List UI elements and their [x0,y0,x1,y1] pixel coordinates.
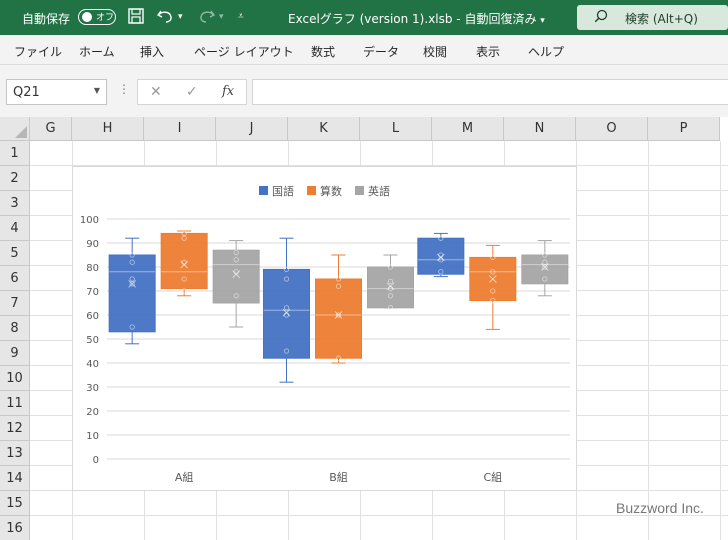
tab-data[interactable]: データ [363,43,399,60]
y-tick-label: 70 [86,287,99,298]
autosave-state: オフ [96,13,115,23]
row-header-4[interactable]: 4 [0,216,30,241]
title-dropdown-icon: ▾ [540,16,545,26]
row-header-9[interactable]: 9 [0,341,30,366]
gridline [720,141,721,540]
column-header-l[interactable]: L [360,117,432,141]
legend-swatch [259,186,268,195]
box [160,232,208,290]
row-header-7[interactable]: 7 [0,291,30,316]
legend-swatch [307,186,316,195]
column-header-j[interactable]: J [216,117,288,141]
document-title[interactable]: Excelグラフ (version 1).xlsb - 自動回復済み ▾ [288,10,545,27]
column-header-g[interactable]: G [30,117,72,141]
tab-formulas[interactable]: 数式 [311,43,335,60]
row-header-16[interactable]: 16 [0,516,30,540]
select-all-triangle-icon [15,126,27,138]
search-box[interactable]: 検索 (Alt+Q) [577,5,728,30]
row-header-14[interactable]: 14 [0,466,30,491]
y-tick-label: 50 [86,335,99,346]
row-header-13[interactable]: 13 [0,441,30,466]
cancel-icon[interactable]: ✕ [150,84,162,100]
row-header-15[interactable]: 15 [0,491,30,516]
row-header-6[interactable]: 6 [0,266,30,291]
x-category-label: B組 [329,471,348,484]
insert-function-icon[interactable]: fx [222,84,234,99]
legend-label: 国語 [272,184,294,198]
y-tick-label: 60 [86,311,99,322]
y-tick-label: 0 [93,455,99,466]
select-all-corner[interactable] [0,117,30,141]
chart-canvas: 0 10 20 30 40 50 60 70 80 90 100 国語 算数 英語 A組 B組 C組 [80,184,570,484]
box [417,237,465,275]
column-header-i[interactable]: I [144,117,216,141]
toggle-knob [82,12,92,22]
x-category-label: A組 [175,471,194,484]
tab-page-layout[interactable]: ページ レイアウト [194,43,294,60]
search-icon [594,9,608,27]
name-box[interactable]: Q21 ▼ [6,79,107,105]
title-bar: 自動保存 オフ ▾ ▾ ⩡ Excelグラフ (version 1).xlsb … [0,0,728,35]
legend-swatch [355,186,364,195]
gridline [648,141,649,540]
y-tick-label: 90 [86,239,99,250]
enter-icon[interactable]: ✓ [186,84,198,100]
y-tick-label: 100 [80,215,99,226]
redo-dropdown-icon[interactable]: ▾ [219,12,224,22]
autosave-label: 自動保存 [22,12,71,26]
box [263,268,310,359]
tab-review[interactable]: 校閲 [423,43,447,60]
legend-label: 英語 [368,184,390,198]
row-header-10[interactable]: 10 [0,366,30,391]
column-header-k[interactable]: K [288,117,360,141]
legend-label: 算数 [320,184,342,198]
row-header-5[interactable]: 5 [0,241,30,266]
name-box-dropdown-icon[interactable]: ▼ [94,86,100,95]
autosave-toggle[interactable]: オフ [78,9,116,25]
row-header-3[interactable]: 3 [0,191,30,216]
row-header-8[interactable]: 8 [0,316,30,341]
x-category-label: C組 [483,471,502,484]
y-tick-label: 10 [86,431,99,442]
formula-input[interactable] [252,79,728,105]
redo-icon[interactable] [196,7,216,29]
y-tick-label: 40 [86,359,99,370]
formula-bar-area: Q21 ▼ ⋮ ✕ ✓ fx [0,65,728,117]
tab-insert[interactable]: 挿入 [140,43,164,60]
column-header-n[interactable]: N [504,117,576,141]
row-header-11[interactable]: 11 [0,391,30,416]
tab-file[interactable]: ファイル [14,43,62,60]
row-header-1[interactable]: 1 [0,141,30,166]
column-header-o[interactable]: O [576,117,648,141]
undo-dropdown-icon[interactable]: ▾ [178,12,183,22]
y-tick-label: 20 [86,407,99,418]
y-tick-label: 30 [86,383,99,394]
search-label: 検索 (Alt+Q) [625,12,698,26]
file-title-text: Excelグラフ (version 1).xlsb - 自動回復済み [288,12,537,26]
undo-icon[interactable] [156,7,176,29]
save-icon[interactable] [127,7,145,29]
box [367,266,414,309]
box [212,249,260,304]
formula-buttons: ✕ ✓ fx [137,79,247,105]
customize-toolbar-icon[interactable]: ⩡ [238,11,244,22]
column-header-h[interactable]: H [72,117,144,141]
column-header-p[interactable]: P [648,117,720,141]
y-tick-label: 80 [86,263,99,274]
formula-bar-grip-icon[interactable]: ⋮ [118,82,130,96]
tab-help[interactable]: ヘルプ [528,43,564,60]
ribbon-tabs: ファイル ホーム 挿入 ページ レイアウト 数式 データ 校閲 表示 ヘルプ [0,35,728,65]
tab-view[interactable]: 表示 [476,43,500,60]
name-box-value: Q21 [13,85,40,100]
row-header-12[interactable]: 12 [0,416,30,441]
watermark: Buzzword Inc. [616,500,704,516]
column-header-m[interactable]: M [432,117,504,141]
box [108,254,156,333]
box-plot-chart[interactable]: 0 10 20 30 40 50 60 70 80 90 100 国語 算数 英語 A組 B組 C組 [72,166,577,491]
box [315,278,362,359]
row-header-2[interactable]: 2 [0,166,30,191]
tab-home[interactable]: ホーム [79,43,115,60]
